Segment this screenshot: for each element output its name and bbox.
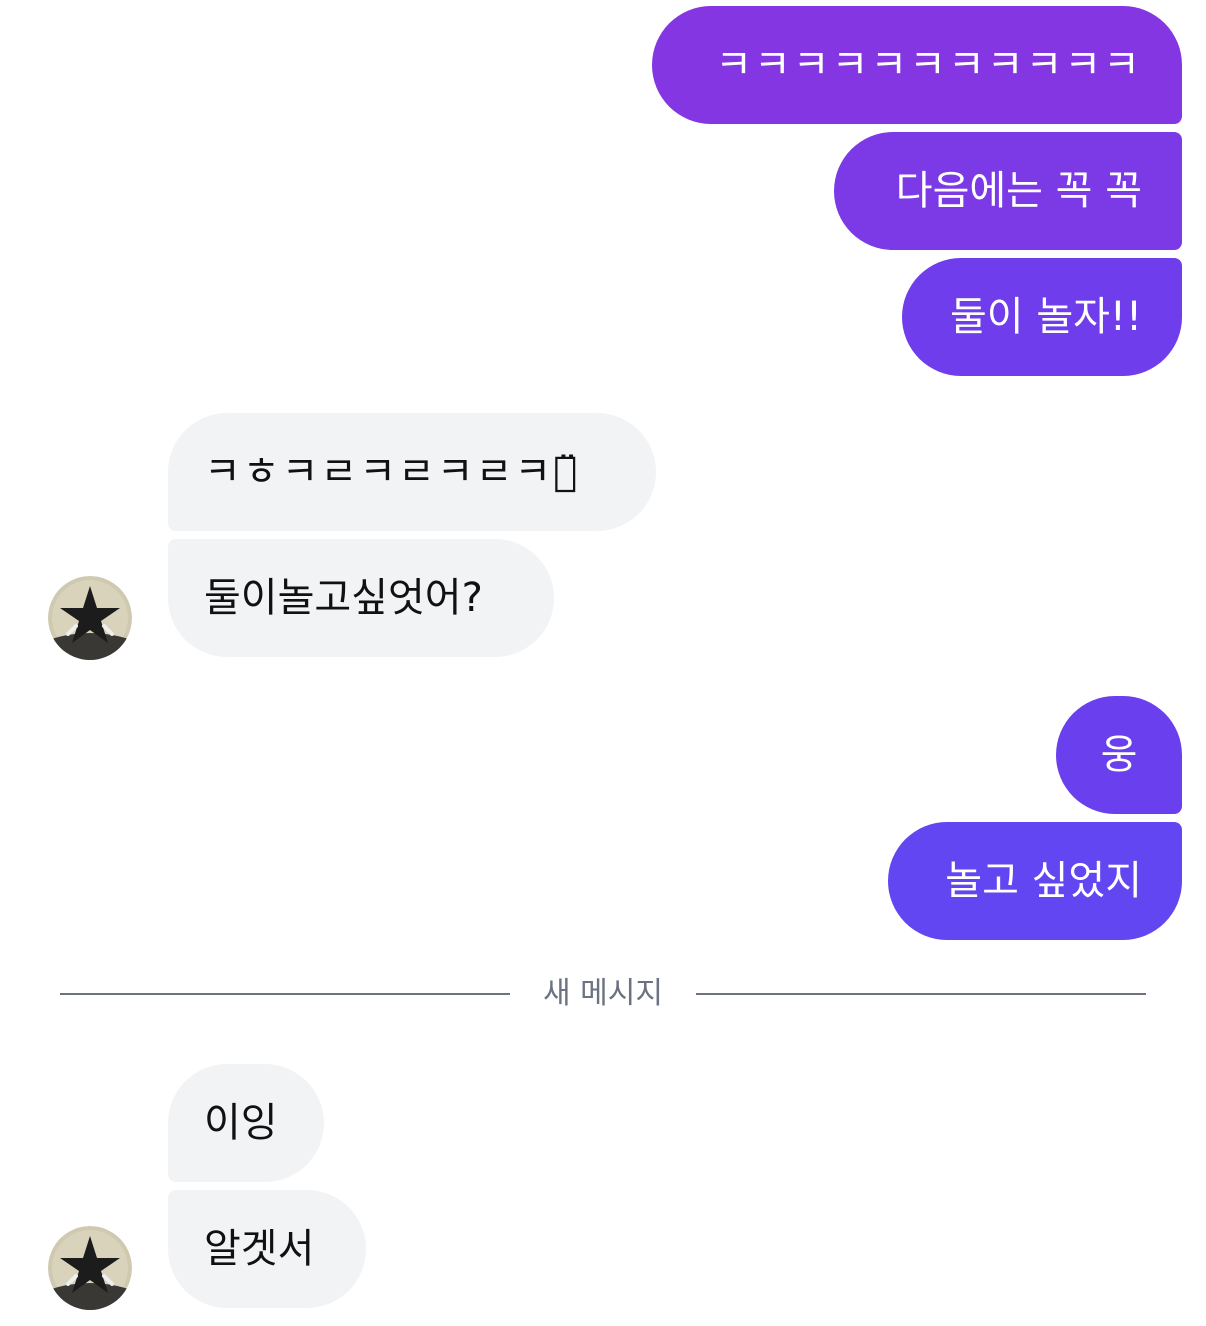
divider-label: 새 메시지 xyxy=(543,976,663,1011)
sent-message[interactable]: 다음에는 꼭 꼭 xyxy=(834,132,1182,250)
new-messages-divider: 새 메시지 xyxy=(0,966,1206,1022)
contact-avatar[interactable] xyxy=(48,1226,132,1310)
divider-line-left xyxy=(60,993,510,995)
star-avatar-icon xyxy=(48,1226,132,1310)
sent-message[interactable]: 웅 xyxy=(1056,696,1182,814)
star-avatar-icon xyxy=(48,576,132,660)
received-message[interactable]: ㅋㅎㅋㄹㅋㄹㅋㄹㅋㅋ̈ xyxy=(168,413,656,531)
received-message[interactable]: 둘이놀고싶엇어? xyxy=(168,539,554,657)
sent-message[interactable]: ㅋㅋㅋㅋㅋㅋㅋㅋㅋㅋㅋ xyxy=(652,6,1182,124)
sent-message[interactable]: 둘이 놀자!! xyxy=(902,258,1182,376)
divider-line-right xyxy=(696,993,1146,995)
received-message[interactable]: 알겟서 xyxy=(168,1190,366,1308)
sent-message[interactable]: 놀고 싶었지 xyxy=(888,822,1182,940)
received-message[interactable]: 이잉 xyxy=(168,1064,324,1182)
contact-avatar[interactable] xyxy=(48,576,132,660)
